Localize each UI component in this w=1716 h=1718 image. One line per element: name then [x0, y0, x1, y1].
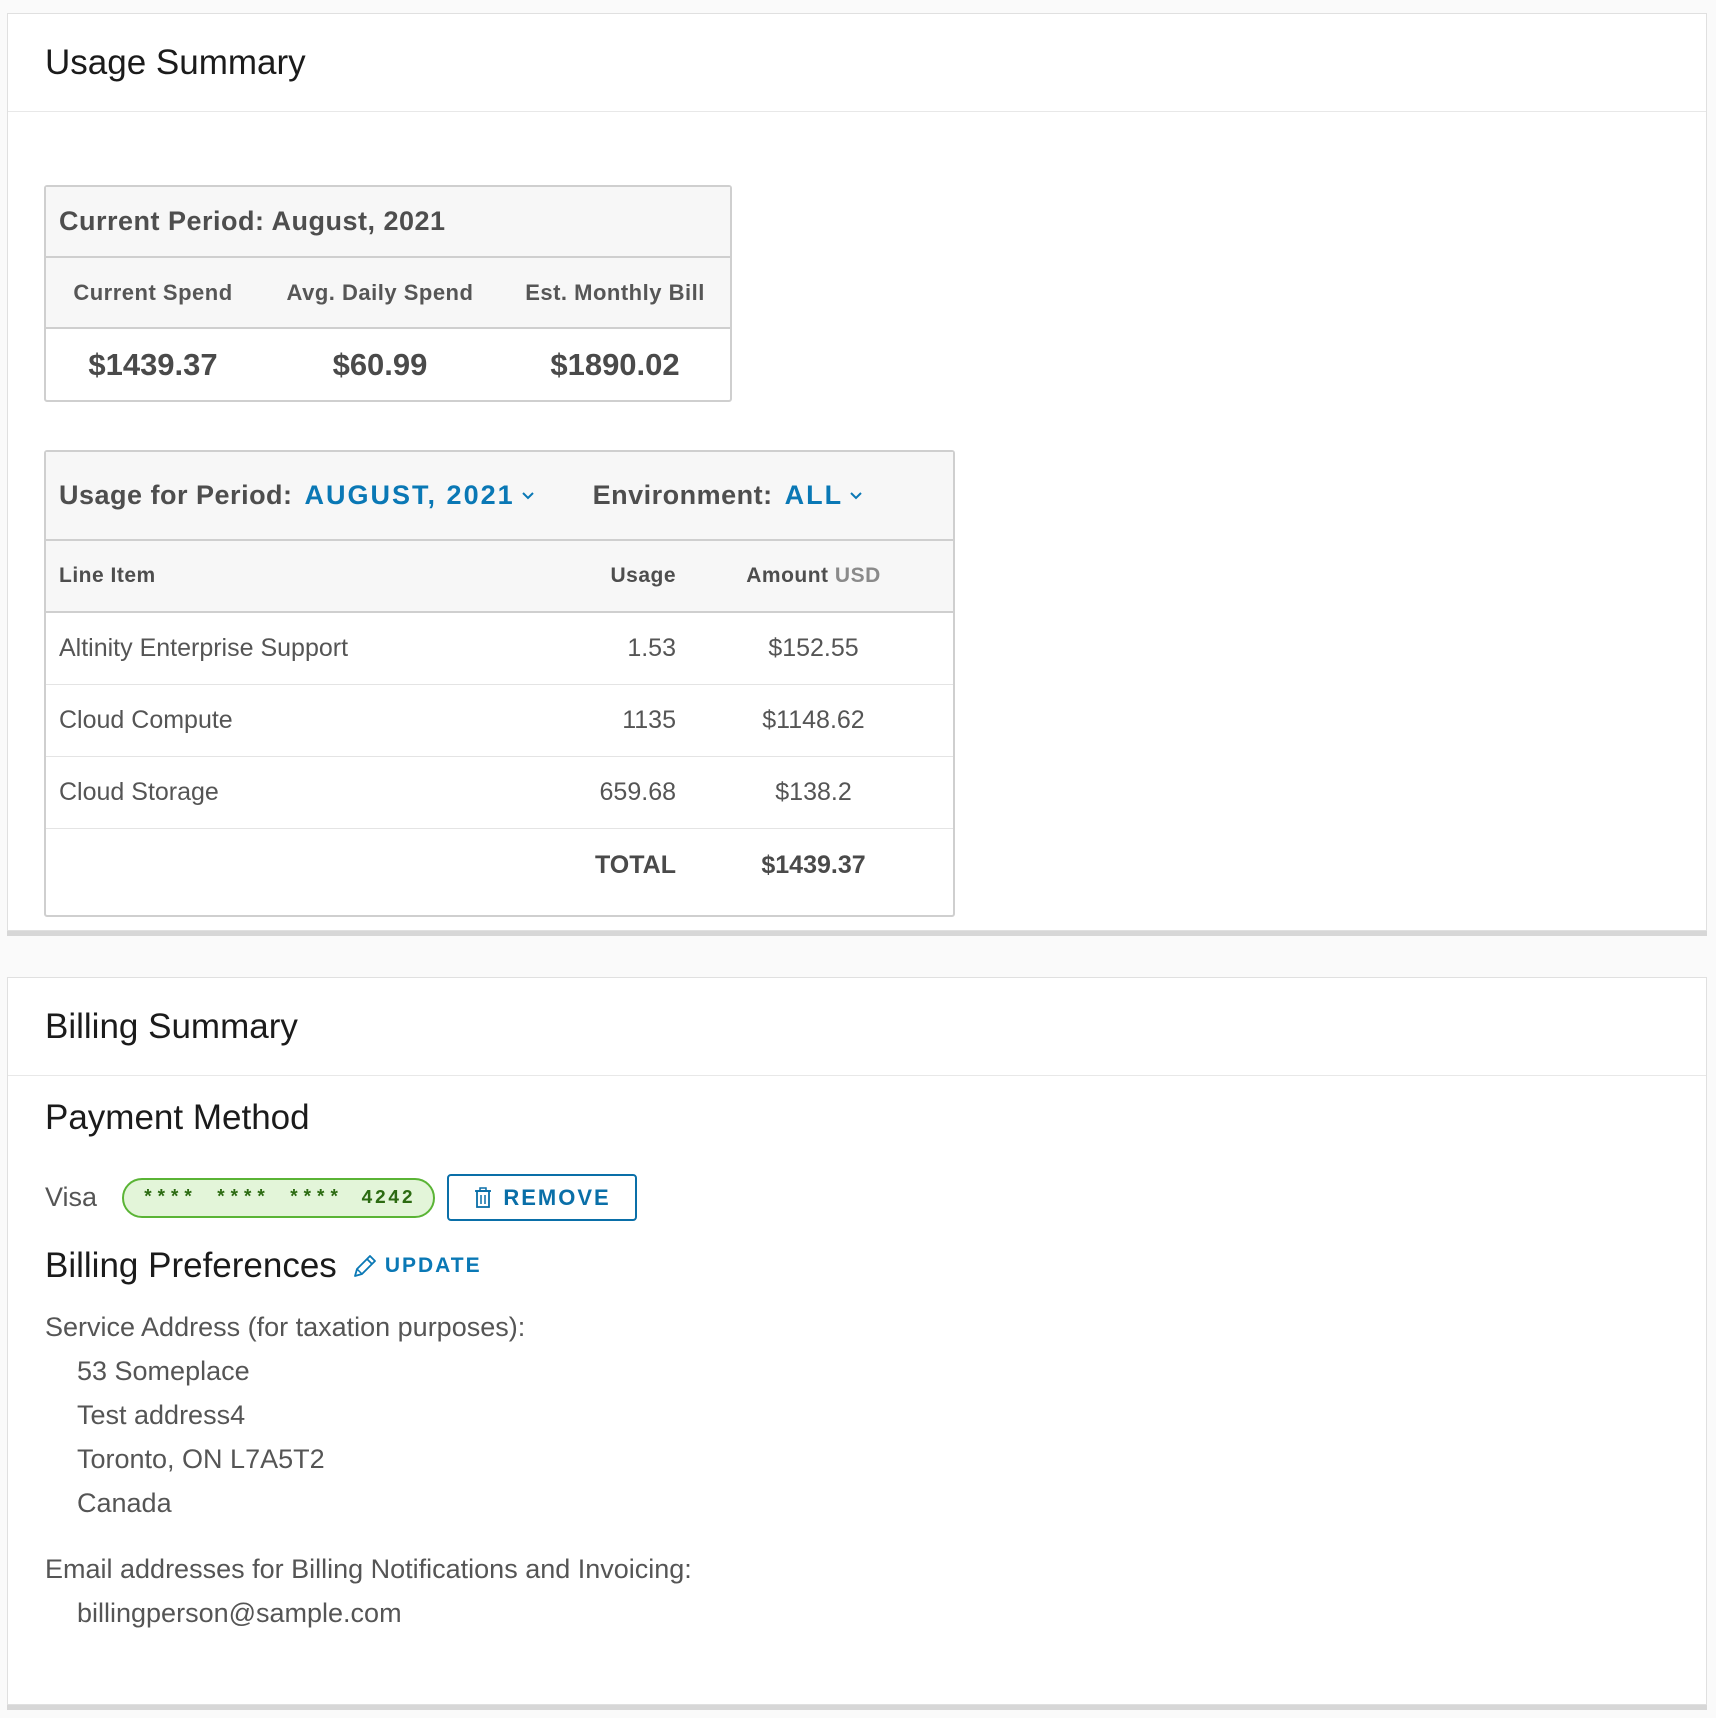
usage-header: Usage: [610, 564, 676, 587]
line-item-name: Altinity Enterprise Support: [59, 634, 349, 662]
period-filter-label: Usage for Period:: [59, 480, 293, 510]
period-filter-dropdown[interactable]: AUGUST, 2021: [305, 480, 535, 511]
usage-table: Usage for Period: AUGUST, 2021 Environme…: [44, 450, 955, 917]
table-row: Cloud Compute 1135 $1148.62: [46, 685, 953, 757]
amount-header: Amount USD: [676, 564, 951, 588]
usage-filters: Usage for Period: AUGUST, 2021 Environme…: [46, 452, 953, 541]
total-label: TOTAL: [594, 850, 676, 879]
usage-summary-card: Usage Summary Current Period: August, 20…: [7, 13, 1707, 931]
line-item-amount: $152.55: [768, 634, 859, 662]
total-amount: $1439.37: [761, 850, 866, 879]
line-item-usage: 1135: [622, 706, 676, 734]
masked-card-number: **** **** **** 4242: [122, 1177, 436, 1218]
est-monthly-bill-value: $1890.02: [550, 346, 680, 382]
chevron-down-icon: [521, 491, 534, 499]
table-row: Altinity Enterprise Support 1.53 $152.55: [46, 613, 953, 685]
avg-daily-spend-value: $60.99: [332, 346, 428, 382]
billing-preferences-title: Billing Preferences: [45, 1246, 337, 1285]
table-total-row: TOTAL $1439.37: [46, 829, 953, 901]
usage-summary-title: Usage Summary: [45, 42, 306, 82]
billing-email-label: Email addresses for Billing Notification…: [45, 1554, 692, 1584]
usage-summary-header: Usage Summary: [8, 14, 1706, 112]
address-line: Canada: [77, 1488, 172, 1518]
remove-button-label: REMOVE: [503, 1184, 611, 1210]
environment-filter: Environment: ALL: [593, 480, 864, 511]
line-item-name: Cloud Storage: [59, 778, 219, 806]
billing-email: billingperson@sample.com: [77, 1598, 402, 1628]
card-brand: Visa: [45, 1182, 98, 1212]
line-item-usage: 1.53: [627, 634, 676, 662]
period-column-headers: Current Spend Avg. Daily Spend Est. Mont…: [46, 258, 730, 329]
period-values: $1439.37 $60.99 $1890.02: [46, 329, 730, 400]
address-line: Test address4: [77, 1400, 246, 1430]
update-preferences-link[interactable]: UPDATE: [351, 1252, 482, 1280]
current-spend-value: $1439.37: [88, 346, 218, 382]
payment-method-title: Payment Method: [45, 1098, 310, 1137]
pencil-icon: [353, 1255, 376, 1277]
current-period-summary: Current Period: August, 2021 Current Spe…: [44, 185, 732, 402]
current-period-heading: Current Period: August, 2021: [46, 187, 730, 258]
period-filter: Usage for Period: AUGUST, 2021: [59, 480, 535, 511]
environment-filter-label: Environment:: [592, 480, 773, 510]
update-link-label: UPDATE: [384, 1254, 482, 1277]
billing-summary-card: Billing Summary Payment Method Visa ****…: [7, 977, 1707, 1705]
billing-preferences-row: Billing Preferences UPDATE: [45, 1246, 482, 1286]
service-address-label: Service Address (for taxation purposes):: [45, 1312, 526, 1342]
address-line: Toronto, ON L7A5T2: [77, 1444, 325, 1474]
amount-header-label: Amount: [746, 564, 829, 587]
period-filter-value: AUGUST, 2021: [304, 480, 515, 510]
table-row: Cloud Storage 659.68 $138.2: [46, 757, 953, 829]
line-item-usage: 659.68: [599, 778, 676, 806]
est-monthly-bill-label: Est. Monthly Bill: [525, 279, 705, 305]
line-item-header: Line Item: [59, 564, 156, 587]
billing-summary-header: Billing Summary: [8, 978, 1706, 1076]
avg-daily-spend-label: Avg. Daily Spend: [286, 279, 474, 305]
billing-summary-title: Billing Summary: [45, 1006, 298, 1046]
table-header-row: Line Item Usage Amount USD: [46, 541, 953, 613]
environment-filter-dropdown[interactable]: ALL: [785, 480, 863, 511]
remove-card-button[interactable]: REMOVE: [447, 1174, 638, 1221]
currency-label: USD: [834, 564, 881, 587]
payment-method-row: Visa **** **** **** 4242 REMOVE: [45, 1174, 638, 1221]
line-item-amount: $1148.62: [762, 706, 865, 734]
current-spend-label: Current Spend: [73, 279, 233, 305]
address-line: 53 Someplace: [77, 1356, 250, 1386]
chevron-down-icon: [850, 491, 862, 499]
trash-icon: [475, 1186, 492, 1208]
line-item-name: Cloud Compute: [59, 706, 233, 734]
environment-filter-value: ALL: [784, 480, 844, 510]
line-item-amount: $138.2: [775, 778, 852, 806]
